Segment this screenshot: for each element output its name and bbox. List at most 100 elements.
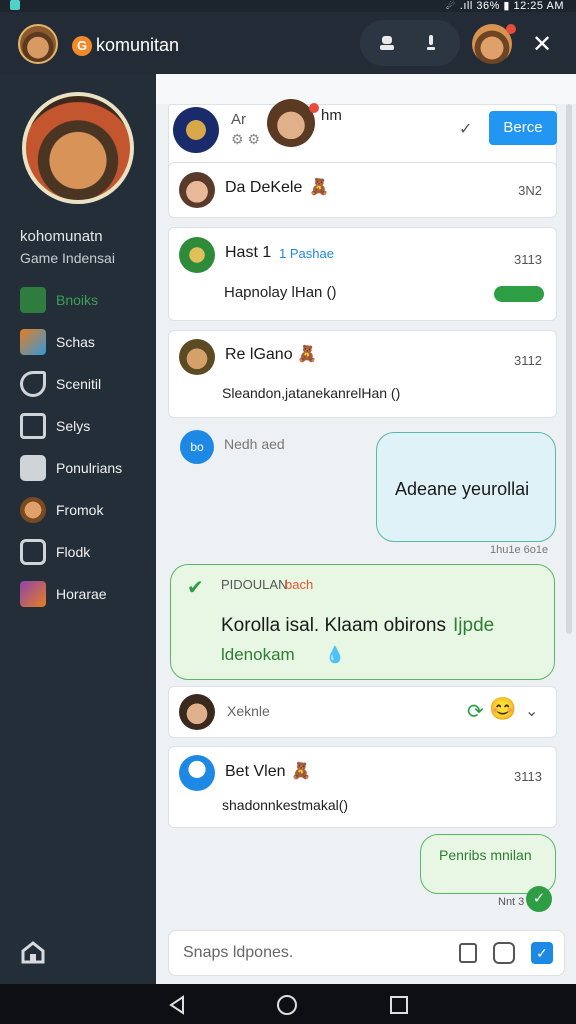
item-message: Hapnolay lHan (): [224, 284, 337, 301]
user-avatar[interactable]: [18, 24, 58, 64]
sidebar-item-flodk[interactable]: Flodk: [0, 536, 156, 578]
attach-icon[interactable]: [459, 943, 477, 963]
grid-icon: [20, 287, 46, 313]
sidebar-item-fromok[interactable]: Fromok: [0, 494, 156, 536]
item-name: Re lGano: [225, 346, 293, 363]
chevron-down-icon[interactable]: ⌄: [525, 701, 538, 721]
feed-top-strip: [156, 74, 576, 104]
avatar-icon: [20, 497, 46, 523]
group-avatar[interactable]: [173, 107, 219, 153]
smile-icon[interactable]: 😊: [489, 696, 516, 722]
refresh-icon[interactable]: ⟳: [467, 699, 484, 724]
delivered-icon: ✓: [526, 886, 552, 912]
message-composer[interactable]: Snaps ldpones. ✓: [168, 930, 565, 976]
status-bar: ☄ .ıll 36% ▮ 12:25 AM: [0, 0, 576, 12]
list-item[interactable]: Bet Vlen 🧸 3113 shadonnkestmakal(): [168, 746, 557, 828]
community-name: kohomunatn: [20, 228, 103, 245]
game-icon: [20, 329, 46, 355]
chevron-down-icon[interactable]: ✓: [459, 119, 472, 139]
sidebar-item-bnoiks[interactable]: Bnoiks: [0, 284, 156, 326]
item-count: 3113: [514, 769, 542, 784]
camera-icon[interactable]: [493, 942, 515, 964]
sidebar-item-label: Flodk: [56, 544, 91, 560]
message-bubble-outgoing[interactable]: Penribs mnilan: [420, 834, 556, 894]
primary-button[interactable]: Berce: [489, 111, 557, 145]
item-name: Da DeKele: [225, 179, 303, 196]
back-icon[interactable]: [166, 994, 188, 1016]
bubble-meta: 1hu1e 6o1e: [490, 544, 549, 556]
sidebar-item-label: Schas: [56, 334, 95, 350]
reply-text: Nedh aed: [224, 436, 285, 452]
item-name: Bet Vlen: [225, 763, 286, 780]
status-readout: ☄ .ıll 36% ▮ 12:25 AM: [445, 0, 564, 12]
bird-icon: [20, 371, 46, 397]
sidebar-item-horarae[interactable]: Horarae: [0, 578, 156, 620]
sidebar-item-schas[interactable]: Schas: [0, 326, 156, 368]
item-message: shadonnkestmakal(): [222, 797, 349, 813]
sidebar-item-label: Horarae: [56, 586, 107, 602]
avatar: [179, 339, 215, 375]
message-bubble-outgoing[interactable]: Adeane yeurollai: [376, 432, 556, 542]
list-item[interactable]: Hast 1 1 Pashae 3113 Hapnolay lHan (): [168, 227, 557, 321]
notification-dot: [506, 24, 516, 34]
app-logo-icon: G: [72, 36, 92, 56]
send-icon[interactable]: ✓: [531, 942, 553, 964]
home-icon[interactable]: [20, 940, 46, 964]
sidebar-item-scenitil[interactable]: Scenitil: [0, 368, 156, 410]
emoji-icon: 🧸: [309, 179, 329, 196]
member-avatar[interactable]: [267, 99, 315, 147]
list-item[interactable]: Da DeKele 🧸 3N2: [168, 162, 557, 218]
action-pill: [360, 20, 460, 66]
emoji-icon: 🧸: [297, 346, 317, 363]
unread-dot: [309, 103, 319, 113]
scrollbar[interactable]: [566, 104, 572, 634]
drop-icon: 💧: [325, 647, 345, 664]
sidebar-nav: Bnoiks Schas Scenitil Selys Ponulrians F…: [0, 284, 156, 620]
settings-icon[interactable]: ⚙ ⚙: [231, 131, 260, 148]
item-count: 3N2: [518, 183, 542, 198]
bubble-line-1: Korolla isal. Klaam obirons: [221, 615, 446, 636]
app-title: komunitan: [96, 35, 180, 55]
avatar: [179, 755, 215, 791]
bubble-line-1-accent: Ijpde: [453, 615, 495, 636]
community-subtitle: Game Indensai: [20, 250, 115, 266]
person-icon[interactable]: [378, 34, 396, 52]
sidebar-item-selys[interactable]: Selys: [0, 410, 156, 452]
composer-placeholder: Snaps ldpones.: [183, 944, 294, 961]
sidebar-item-label: Selys: [56, 418, 91, 434]
picture-icon: [20, 581, 46, 607]
emoji-icon: 🧸: [291, 763, 311, 780]
item-name: Hast 1: [225, 244, 272, 261]
item-tag: 1 Pashae: [279, 246, 334, 261]
item-count: 3113: [514, 252, 542, 267]
home-nav-icon[interactable]: [276, 994, 298, 1016]
recents-icon[interactable]: [388, 994, 410, 1016]
list-item[interactable]: Re lGano 🧸 3112 Sleandon,jatanekanrelHan…: [168, 330, 557, 418]
system-nav-bar: [0, 984, 576, 1024]
app-bar: G komunitan ✕: [0, 12, 576, 74]
reaction-name: Xeknle: [227, 703, 270, 719]
avatar: [179, 237, 215, 273]
notification-icon: [10, 0, 20, 10]
status-toggle[interactable]: [494, 286, 544, 302]
close-icon[interactable]: ✕: [532, 30, 552, 59]
reply-badge: bo: [180, 430, 214, 464]
item-count: 3112: [514, 353, 542, 368]
bubble-meta: Nnt 3: [498, 896, 525, 908]
camera-icon: [20, 455, 46, 481]
community-avatar[interactable]: [22, 92, 134, 204]
bubble-text: Adeane yeurollai: [395, 479, 530, 499]
alert-icon[interactable]: [422, 34, 440, 52]
bubble-header-tag: bach: [285, 577, 314, 592]
message-bubble-highlight[interactable]: ✔ PIDOULAN bach Korolla isal. Klaam obir…: [170, 564, 555, 680]
bubble-header: PIDOULAN: [221, 577, 288, 592]
sidebar-item-label: Ponulrians: [56, 460, 123, 476]
item-message: Sleandon,jatanekanrelHan (): [222, 385, 401, 401]
check-icon: ✔: [187, 577, 204, 599]
profile-avatar[interactable]: [472, 24, 516, 64]
layers-icon: [20, 539, 46, 565]
sidebar-item-ponulrians[interactable]: Ponulrians: [0, 452, 156, 494]
reaction-row[interactable]: Xeknle ⟳ 😊 ⌄: [168, 686, 557, 738]
bubble-line-2: ldenokam: [221, 645, 295, 664]
header-name: Ar: [231, 111, 246, 128]
